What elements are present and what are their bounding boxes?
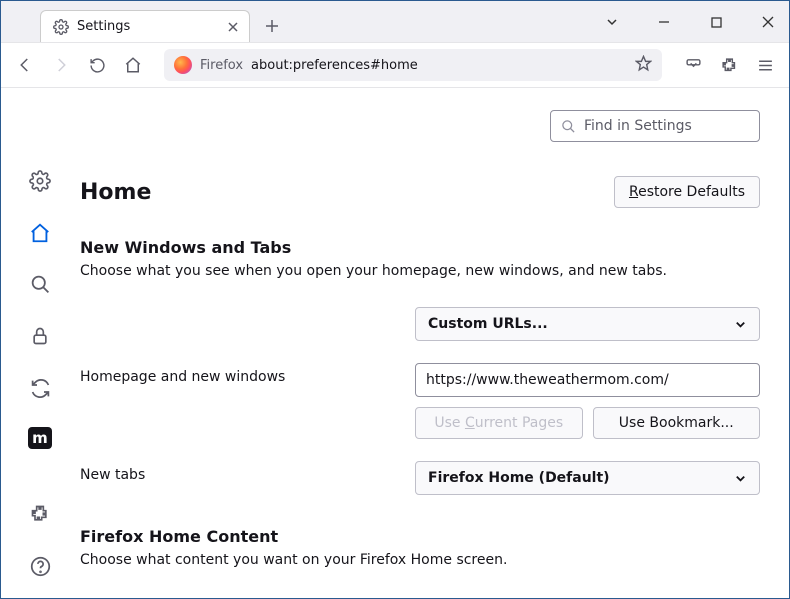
search-icon <box>561 119 576 134</box>
section-firefox-home-desc: Choose what content you want on your Fir… <box>80 552 760 568</box>
section-new-windows-title: New Windows and Tabs <box>80 238 760 257</box>
homepage-label: Homepage and new windows <box>80 363 415 385</box>
sidebar-item-extensions[interactable] <box>26 501 54 527</box>
maximize-button[interactable] <box>702 8 730 36</box>
minimize-button[interactable] <box>650 8 678 36</box>
chevron-down-icon <box>734 472 747 485</box>
sidebar-item-mozilla[interactable]: m <box>28 427 52 449</box>
settings-search[interactable]: Find in Settings <box>550 110 760 142</box>
use-current-pages-button[interactable]: Use Current Pages <box>415 407 583 439</box>
section-new-windows-desc: Choose what you see when you open your h… <box>80 263 760 279</box>
restore-defaults-button[interactable]: Restore Defaults <box>614 176 760 208</box>
settings-panel: Find in Settings Home Restore Defaults N… <box>80 88 790 599</box>
sidebar-item-help[interactable] <box>26 553 54 579</box>
search-placeholder: Find in Settings <box>584 118 692 134</box>
homepage-mode-select[interactable]: Custom URLs... <box>415 307 760 341</box>
select-value: Custom URLs... <box>428 316 548 332</box>
homepage-url-input[interactable] <box>415 363 760 397</box>
sidebar-item-general[interactable] <box>26 168 54 194</box>
close-window-button[interactable] <box>754 8 782 36</box>
use-bookmark-button[interactable]: Use Bookmark... <box>593 407 761 439</box>
sidebar-item-sync[interactable] <box>26 375 54 401</box>
select-value: Firefox Home (Default) <box>428 470 610 486</box>
page-title: Home <box>80 180 151 205</box>
section-firefox-home-title: Firefox Home Content <box>80 527 760 546</box>
newtabs-select[interactable]: Firefox Home (Default) <box>415 461 760 495</box>
settings-content: m Find in Settings Home Restore Defaults… <box>0 88 790 599</box>
sidebar-item-search[interactable] <box>26 272 54 298</box>
settings-sidebar: m <box>0 88 80 599</box>
sidebar-item-home[interactable] <box>26 220 54 246</box>
newtabs-label: New tabs <box>80 461 415 483</box>
dummy-spacer <box>80 307 415 313</box>
chevron-down-icon <box>734 318 747 331</box>
chevron-down-icon[interactable] <box>598 8 626 36</box>
sidebar-item-privacy[interactable] <box>26 324 54 350</box>
window-controls <box>598 8 782 36</box>
